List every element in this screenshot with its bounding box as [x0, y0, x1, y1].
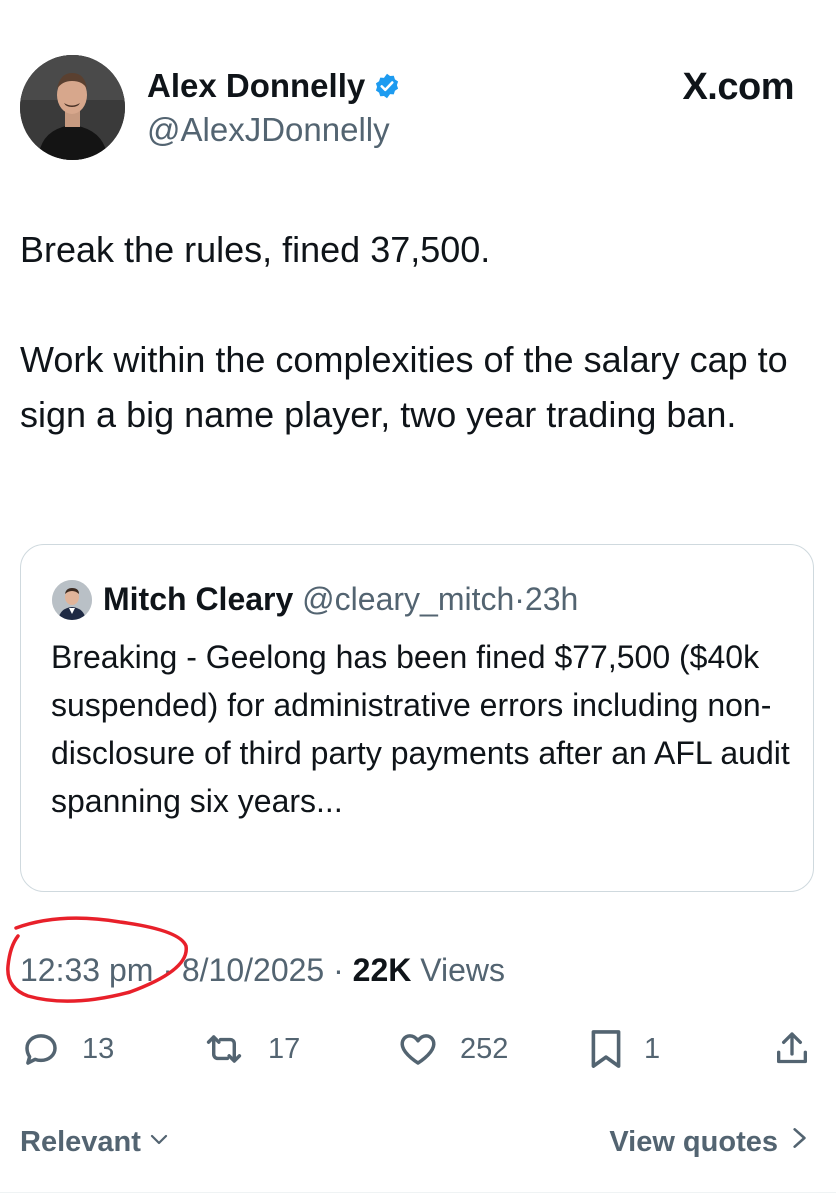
repost-button[interactable]: 17 [200, 1025, 300, 1073]
meta-separator: · [333, 952, 344, 988]
author-name[interactable]: Alex Donnelly [147, 66, 401, 106]
sort-label: Relevant [20, 1126, 141, 1158]
bookmark-count: 1 [644, 1032, 661, 1065]
quote-author-avatar [52, 580, 92, 620]
quote-text: Breaking - Geelong has been fined $77,50… [51, 639, 790, 819]
quote-author-handle[interactable]: @cleary_mitch [302, 581, 514, 617]
bookmark-button[interactable]: 1 [588, 1025, 660, 1073]
author-name-text[interactable]: Alex Donnelly [147, 66, 365, 106]
author-handle[interactable]: @AlexJDonnelly [147, 110, 390, 150]
repost-count: 17 [268, 1032, 301, 1065]
bookmark-icon [588, 1027, 624, 1071]
views-count[interactable]: 22K [353, 952, 412, 988]
quote-header: Mitch Cleary @cleary_mitch·23h [103, 577, 578, 621]
quoted-tweet-card[interactable]: Mitch Cleary @cleary_mitch·23h Breaking … [20, 544, 814, 892]
replies-footer: Relevant View quotes [0, 1118, 836, 1166]
view-quotes-label: View quotes [609, 1126, 778, 1158]
chevron-down-icon [147, 1118, 171, 1166]
heart-icon [396, 1028, 440, 1070]
view-quotes-link[interactable]: View quotes [609, 1118, 810, 1166]
share-icon [772, 1028, 812, 1070]
reply-button[interactable]: 13 [20, 1025, 114, 1073]
brand-logo-text: X.com [682, 66, 794, 108]
reply-icon [20, 1028, 62, 1070]
action-bar: 13 17 252 1 [0, 1025, 836, 1073]
sort-dropdown[interactable]: Relevant [20, 1118, 171, 1166]
bottom-divider [0, 1192, 836, 1193]
author-avatar[interactable] [20, 55, 125, 160]
tweet-date[interactable]: 8/10/2025 [182, 952, 324, 988]
tweet-time[interactable]: 12:33 pm [20, 952, 153, 988]
tweet-paragraph: Work within the complexities of the sala… [20, 339, 788, 435]
tweet-meta: 12:33 pm · 8/10/2025 · 22K Views [20, 948, 505, 992]
chevron-right-icon [788, 1118, 810, 1166]
verified-badge-icon [373, 72, 401, 100]
views-label[interactable]: Views [420, 952, 505, 988]
quote-author-name[interactable]: Mitch Cleary [103, 581, 293, 617]
reply-count: 13 [82, 1032, 115, 1065]
like-button[interactable]: 252 [396, 1025, 508, 1073]
meta-separator: · [162, 952, 173, 988]
quote-separator: · [514, 581, 525, 617]
share-button[interactable] [772, 1025, 812, 1073]
quote-time[interactable]: 23h [525, 581, 578, 617]
tweet-text: Break the rules, fined 37,500. Work with… [20, 222, 810, 442]
repost-icon [200, 1028, 248, 1070]
tweet-paragraph: Break the rules, fined 37,500. [20, 229, 491, 270]
like-count: 252 [460, 1032, 509, 1065]
